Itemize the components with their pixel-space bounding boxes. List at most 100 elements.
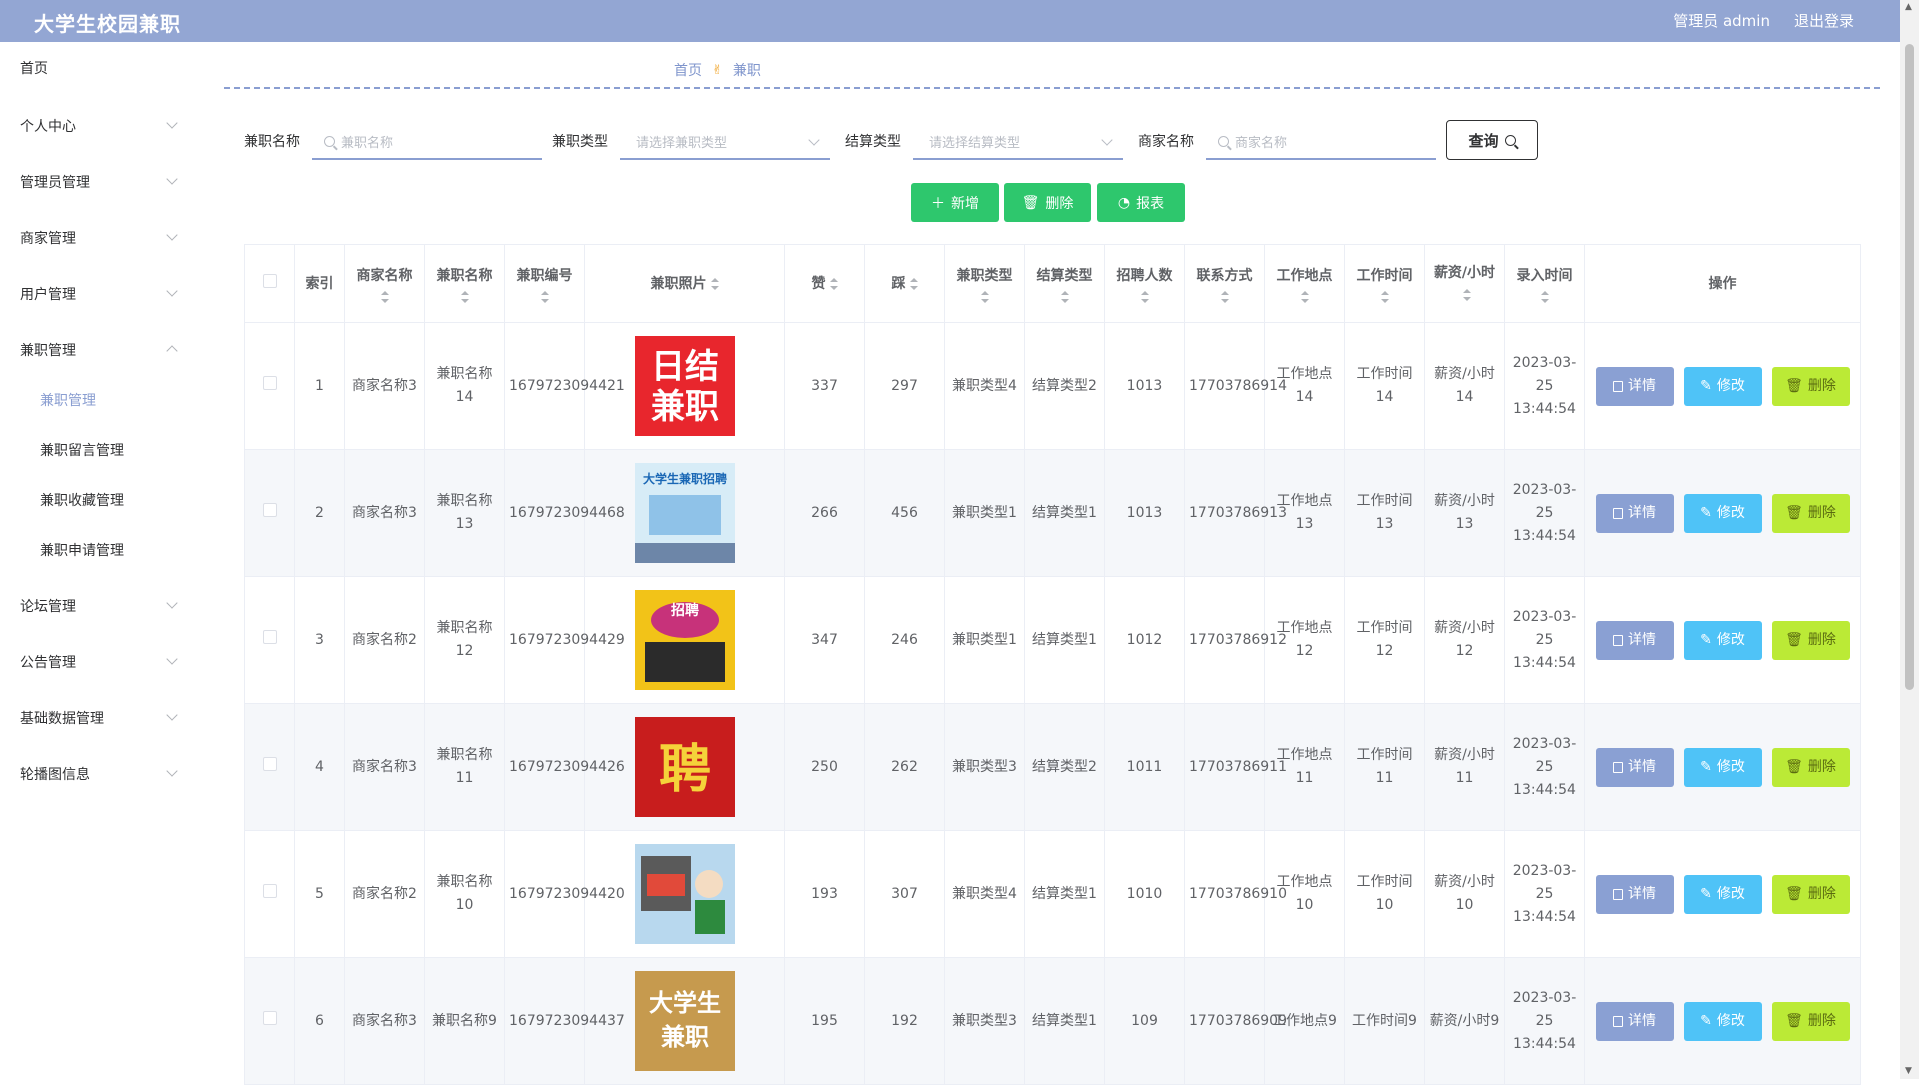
scroll-up-icon[interactable]: ▲ bbox=[1905, 2, 1912, 12]
chevron-down-icon bbox=[166, 117, 178, 129]
sort-icon[interactable] bbox=[909, 277, 918, 290]
sidebar-subitem-job-comments[interactable]: 兼职留言管理 bbox=[0, 430, 188, 470]
sidebar-item-home[interactable]: 首页 bbox=[0, 48, 188, 88]
sidebar-item-notice-management[interactable]: 公告管理 bbox=[0, 642, 188, 682]
logout-link[interactable]: 退出登录 bbox=[1794, 10, 1854, 31]
row-select-cell[interactable] bbox=[244, 830, 295, 958]
scroll-down-icon[interactable]: ▼ bbox=[1905, 1066, 1912, 1076]
col-location[interactable]: 工作地点 bbox=[1264, 244, 1345, 323]
admin-user-label[interactable]: 管理员 admin bbox=[1673, 10, 1770, 31]
sidebar-item-label: 兼职申请管理 bbox=[40, 543, 124, 559]
detail-button[interactable]: 详情 bbox=[1595, 620, 1674, 660]
sidebar-subitem-job-applications[interactable]: 兼职申请管理 bbox=[0, 530, 188, 570]
sidebar-item-forum-management[interactable]: 论坛管理 bbox=[0, 586, 188, 626]
sort-icon[interactable] bbox=[1462, 288, 1471, 301]
col-created[interactable]: 录入时间 bbox=[1504, 244, 1585, 323]
sort-icon[interactable] bbox=[540, 290, 549, 303]
sort-icon[interactable] bbox=[1380, 290, 1389, 303]
settle-type-select[interactable]: 请选择结算类型 bbox=[913, 124, 1123, 160]
chevron-down-icon bbox=[166, 597, 178, 609]
table-row[interactable]: 6 商家名称3 兼职名称9 1679723094437 大学生 兼职 195 192 兼职类型3… bbox=[244, 957, 1861, 1085]
job-type-select[interactable]: 请选择兼职类型 bbox=[620, 124, 830, 160]
sort-icon[interactable] bbox=[1540, 290, 1549, 303]
job-name-input[interactable]: 兼职名称 bbox=[312, 124, 542, 160]
edit-button[interactable]: ✎ 修改 bbox=[1683, 747, 1762, 787]
sort-icon[interactable] bbox=[710, 277, 719, 290]
delete-button[interactable]: 🗑 删除 bbox=[1771, 1001, 1850, 1041]
edit-button[interactable]: ✎ 修改 bbox=[1683, 620, 1762, 660]
row-checkbox[interactable] bbox=[262, 1010, 277, 1025]
sort-icon[interactable] bbox=[980, 290, 989, 303]
col-merchant[interactable]: 商家名称 bbox=[344, 244, 425, 323]
row-select-cell[interactable] bbox=[244, 576, 295, 704]
delete-button[interactable]: 🗑 删除 bbox=[1771, 493, 1850, 533]
col-settle-type[interactable]: 结算类型 bbox=[1024, 244, 1105, 323]
vertical-scrollbar[interactable]: ▲ ▼ bbox=[1900, 0, 1919, 1079]
col-job-no[interactable]: 兼职编号 bbox=[504, 244, 585, 323]
table-row[interactable]: 2 商家名称3 兼职名称13 1679723094468 大学生兼职招聘 266 456 兼职… bbox=[244, 449, 1861, 577]
col-worktime[interactable]: 工作时间 bbox=[1344, 244, 1425, 323]
delete-button-label: 删除 bbox=[1807, 885, 1836, 902]
sort-icon[interactable] bbox=[829, 277, 838, 290]
col-dislike[interactable]: 踩 bbox=[864, 244, 945, 323]
table-row[interactable]: 1 商家名称3 兼职名称14 1679723094421 日结 兼职 337 297 兼职类型4… bbox=[244, 322, 1861, 450]
detail-button[interactable]: 详情 bbox=[1595, 493, 1674, 533]
breadcrumb-home[interactable]: 首页 bbox=[674, 60, 702, 80]
row-checkbox[interactable] bbox=[262, 629, 277, 644]
col-like-label: 赞 bbox=[811, 275, 826, 292]
row-checkbox[interactable] bbox=[262, 756, 277, 771]
select-all-cell[interactable] bbox=[244, 244, 295, 323]
col-salary[interactable]: 薪资/小时 bbox=[1424, 244, 1505, 323]
col-job-type[interactable]: 兼职类型 bbox=[944, 244, 1025, 323]
delete-button[interactable]: 🗑 删除 bbox=[1771, 366, 1850, 406]
report-button[interactable]: ◔ 报表 bbox=[1097, 183, 1185, 222]
detail-button[interactable]: 详情 bbox=[1595, 747, 1674, 787]
sort-icon[interactable] bbox=[1300, 290, 1309, 303]
query-button[interactable]: 查询 bbox=[1446, 120, 1538, 160]
row-select-cell[interactable] bbox=[244, 957, 295, 1085]
edit-button[interactable]: ✎ 修改 bbox=[1683, 493, 1762, 533]
edit-button[interactable]: ✎ 修改 bbox=[1683, 366, 1762, 406]
table-row[interactable]: 5 商家名称2 兼职名称10 1679723094420 193 307 兼职类型4 结算类型… bbox=[244, 830, 1861, 958]
table-row[interactable]: 3 商家名称2 兼职名称12 1679723094429 招聘 347 246 兼职类型1 结算… bbox=[244, 576, 1861, 704]
delete-button[interactable]: 🗑 删除 bbox=[1771, 747, 1850, 787]
row-checkbox[interactable] bbox=[262, 502, 277, 517]
row-select-cell[interactable] bbox=[244, 322, 295, 450]
add-button[interactable]: ＋ 新增 bbox=[911, 183, 999, 222]
select-all-checkbox[interactable] bbox=[262, 273, 277, 288]
row-checkbox[interactable] bbox=[262, 883, 277, 898]
delete-button[interactable]: 🗑 删除 bbox=[1771, 874, 1850, 914]
sidebar-item-basic-data[interactable]: 基础数据管理 bbox=[0, 698, 188, 738]
detail-button[interactable]: 详情 bbox=[1595, 366, 1674, 406]
row-select-cell[interactable] bbox=[244, 449, 295, 577]
scrollbar-thumb[interactable] bbox=[1905, 44, 1914, 690]
col-photo[interactable]: 兼职照片 bbox=[584, 244, 785, 323]
sidebar-item-admin-management[interactable]: 管理员管理 bbox=[0, 162, 188, 202]
sidebar-item-carousel[interactable]: 轮播图信息 bbox=[0, 754, 188, 794]
edit-button[interactable]: ✎ 修改 bbox=[1683, 1001, 1762, 1041]
sidebar-item-merchant-management[interactable]: 商家管理 bbox=[0, 218, 188, 258]
sidebar-subitem-jobs[interactable]: 兼职管理 bbox=[0, 380, 188, 420]
row-select-cell[interactable] bbox=[244, 703, 295, 831]
batch-delete-button[interactable]: 🗑 删除 bbox=[1004, 183, 1091, 222]
detail-button[interactable]: 详情 bbox=[1595, 1001, 1674, 1041]
table-row[interactable]: 4 商家名称3 兼职名称11 1679723094426 聘 250 262 兼职类型3 结算类… bbox=[244, 703, 1861, 831]
sidebar-subitem-job-favorites[interactable]: 兼职收藏管理 bbox=[0, 480, 188, 520]
col-hires[interactable]: 招聘人数 bbox=[1104, 244, 1185, 323]
col-contact[interactable]: 联系方式 bbox=[1184, 244, 1265, 323]
col-like[interactable]: 赞 bbox=[784, 244, 865, 323]
row-checkbox[interactable] bbox=[262, 375, 277, 390]
sort-icon[interactable] bbox=[1060, 290, 1069, 303]
sort-icon[interactable] bbox=[380, 290, 389, 303]
sort-icon[interactable] bbox=[1220, 290, 1229, 303]
col-job-name[interactable]: 兼职名称 bbox=[424, 244, 505, 323]
sidebar-item-job-management[interactable]: 兼职管理 bbox=[0, 330, 188, 370]
sidebar-item-user-management[interactable]: 用户管理 bbox=[0, 274, 188, 314]
merchant-name-input[interactable]: 商家名称 bbox=[1206, 124, 1436, 160]
detail-button[interactable]: 详情 bbox=[1595, 874, 1674, 914]
sidebar-item-personal-center[interactable]: 个人中心 bbox=[0, 106, 188, 146]
edit-button[interactable]: ✎ 修改 bbox=[1683, 874, 1762, 914]
sort-icon[interactable] bbox=[1140, 290, 1149, 303]
sort-icon[interactable] bbox=[460, 290, 469, 303]
delete-button[interactable]: 🗑 删除 bbox=[1771, 620, 1850, 660]
